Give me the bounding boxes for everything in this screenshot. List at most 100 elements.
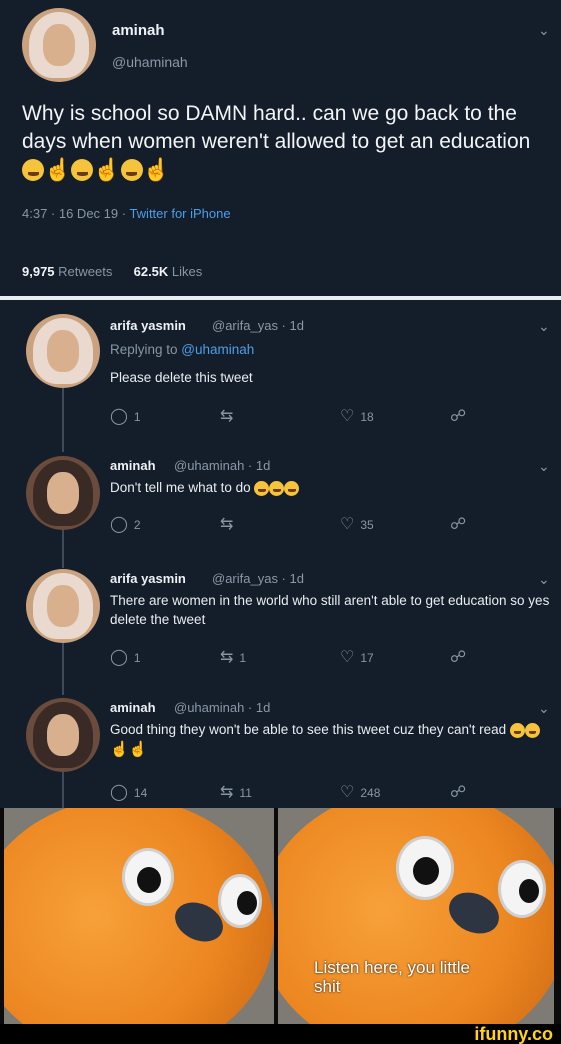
reply-author-handle[interactable]: @arifa_yas · 1d [212,318,304,333]
bird-eye [122,848,174,906]
reply-author-handle[interactable]: @uhaminah · 1d [174,458,270,473]
replying-to-prefix: Replying to [110,342,182,357]
divider [0,296,561,300]
retweet-icon: ⇆ [220,649,234,666]
avatar[interactable] [26,456,100,530]
joy-face-emoji-icon [284,480,300,496]
reply-icon: ◯ [110,784,128,801]
replying-to-handle[interactable]: @uhaminah [181,342,254,357]
avatar-face [46,585,80,627]
chevron-down-icon[interactable]: ⌄ [538,701,550,715]
ok-hand-emoji-icon: ☝ [93,157,121,183]
reply-icon: ◯ [110,516,128,533]
like-icon: ♡ [340,516,355,533]
avatar-face [42,24,76,66]
avatar-face [46,472,80,514]
share-button[interactable]: ☍ [450,406,466,428]
like-label[interactable]: Likes [168,264,202,279]
emoji-row: ☝ ☝ ☝ [22,157,170,183]
reply-count: 1 [133,651,141,665]
retweet-icon: ⇆ [220,784,234,801]
weary-face-emoji-icon [120,159,143,182]
retweet-button[interactable]: ⇆ [220,406,239,428]
reply-button[interactable]: ◯ 1 [110,406,141,428]
author-handle[interactable]: @uhaminah [112,54,188,70]
retweet-button[interactable]: ⇆ 1 [220,647,246,669]
share-icon: ☍ [450,784,467,801]
ifunny-logo: ifunny.co [474,1024,553,1044]
meme-panel-right: Listen here, you little shit [278,808,554,1024]
reply-actions: ◯ 2 ⇆ ♡ 35 ☍ [110,514,470,536]
like-count[interactable]: 62.5K [134,264,169,279]
tweet-body: Why is school so DAMN hard.. can we go b… [22,102,531,153]
reply-author-handle[interactable]: @uhaminah · 1d [174,700,270,715]
share-button[interactable]: ☍ [450,647,466,669]
joy-face-emoji-icon [524,722,540,738]
reply-author-handle[interactable]: @arifa_yas · 1d [212,571,304,586]
watermark-bar: ifunny.co [0,1024,561,1044]
chevron-down-icon[interactable]: ⌄ [538,23,550,37]
like-button[interactable]: ♡ 35 [340,514,374,536]
reply-button[interactable]: ◯ 2 [110,514,141,536]
replying-to: Replying to @uhaminah [110,340,550,359]
reply-author-name[interactable]: arifa yasmin [110,318,186,333]
avatar[interactable] [26,698,100,772]
reply-text: Please delete this tweet [110,370,253,385]
thread-line [62,772,64,808]
reply-icon: ◯ [110,649,128,666]
tweet-meta: 4:37 · 16 Dec 19 · Twitter for iPhone [22,206,231,221]
like-count: 18 [360,410,374,424]
joy-face-emoji-icon [269,480,285,496]
bird-eye [498,860,546,918]
like-button[interactable]: ♡ 248 [340,782,380,804]
reply-text: Don't tell me what to do [110,478,550,497]
share-icon: ☍ [450,649,467,666]
chevron-down-icon[interactable]: ⌄ [538,459,550,473]
share-icon: ☍ [450,408,467,425]
thumbs-up-emoji-icon: ☝ [110,740,129,758]
avatar[interactable] [26,569,100,643]
bird-eye [396,836,454,900]
reply-actions: ◯ 14 ⇆ 11 ♡ 248 ☍ [110,782,470,804]
like-count: 35 [360,518,374,532]
weary-face-emoji-icon [22,159,44,182]
thumbs-up-emoji-icon: ☝ [128,740,148,758]
reply-body: Good thing they won't be able to see thi… [110,722,507,737]
reply-button[interactable]: ◯ 1 [110,647,141,669]
tweet-time[interactable]: 4:37 · 16 Dec 19 · [22,206,129,221]
like-button[interactable]: ♡ 18 [340,406,374,428]
retweet-label[interactable]: Retweets [55,264,112,279]
reply-tweet: arifa yasmin @arifa_yas · 1d ⌄ Replying … [0,310,561,452]
like-button[interactable]: ♡ 17 [340,647,374,669]
chevron-down-icon[interactable]: ⌄ [538,572,550,586]
joy-face-emoji-icon [509,722,525,738]
retweet-button[interactable]: ⇆ [220,514,239,536]
like-icon: ♡ [340,649,355,666]
chevron-down-icon[interactable]: ⌄ [538,319,550,333]
avatar[interactable] [22,8,96,82]
joy-face-emoji-icon [254,480,270,496]
like-count: 248 [360,786,381,800]
share-button[interactable]: ☍ [450,782,466,804]
retweet-count: 1 [239,651,247,665]
avatar-face [46,330,80,372]
retweet-icon: ⇆ [220,408,234,425]
meme-image: Listen here, you little shit [0,808,561,1024]
reply-count: 2 [133,518,141,532]
reply-author-name[interactable]: aminah [110,458,156,473]
thread-line [62,530,64,568]
share-button[interactable]: ☍ [450,514,466,536]
retweet-button[interactable]: ⇆ 11 [220,782,252,804]
reply-button[interactable]: ◯ 14 [110,782,147,804]
like-icon: ♡ [340,784,355,801]
main-tweet: aminah @uhaminah ⌄ Why is school so DAMN… [0,0,561,296]
reply-author-name[interactable]: aminah [110,700,156,715]
tweet-source[interactable]: Twitter for iPhone [129,206,230,221]
bird-eye [218,874,262,928]
retweet-count[interactable]: 9,975 [22,264,55,279]
avatar[interactable] [26,314,100,388]
author-name[interactable]: aminah [112,22,165,39]
reply-author-name[interactable]: arifa yasmin [110,571,186,586]
meme-panel-left [4,808,274,1024]
reply-tweet: arifa yasmin @arifa_yas · 1d ⌄ There are… [0,565,561,695]
